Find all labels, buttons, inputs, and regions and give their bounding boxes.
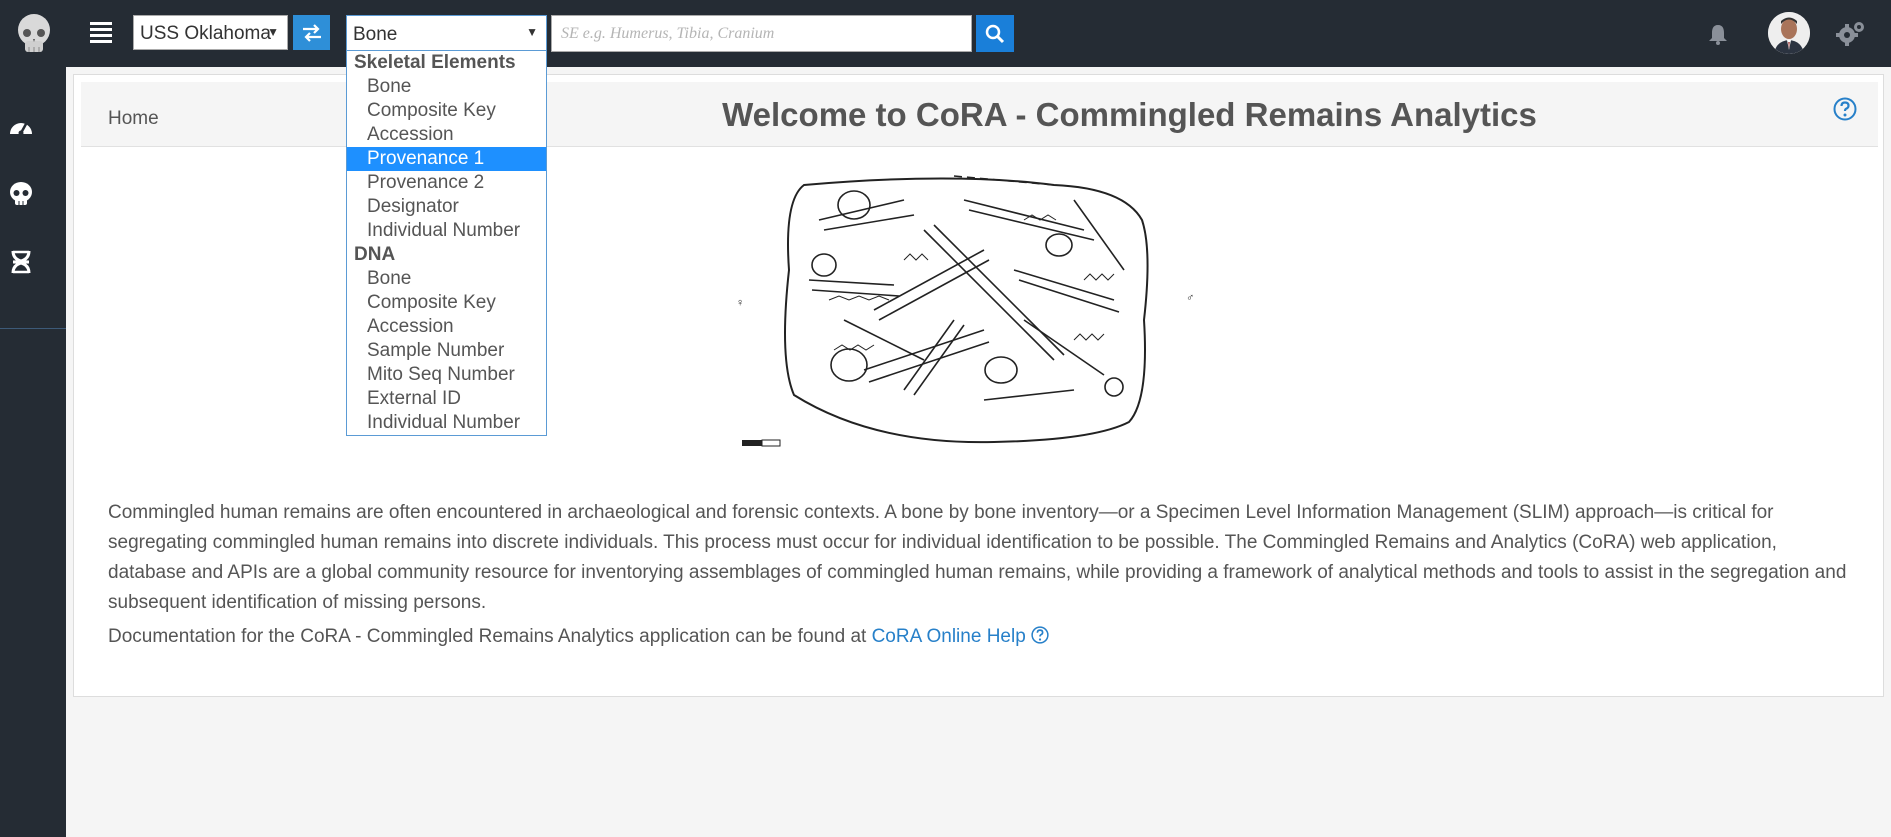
dropdown-group-label: Skeletal Elements: [354, 52, 516, 73]
search-field-select[interactable]: Bone ▼: [346, 15, 547, 52]
dropdown-option[interactable]: Bone: [347, 75, 546, 99]
dropdown-option[interactable]: Composite Key: [347, 291, 546, 315]
dropdown-group-label: DNA: [354, 244, 396, 265]
skull-icon[interactable]: [8, 181, 34, 207]
help-icon[interactable]: [1833, 97, 1857, 121]
search-placeholder: SE e.g. Humerus, Tibia, Cranium: [561, 25, 775, 42]
chevron-down-icon: ▼: [526, 25, 538, 39]
skull-logo-icon[interactable]: [16, 13, 52, 55]
search-button[interactable]: [976, 15, 1014, 52]
page-title: Welcome to CoRA - Commingled Remains Ana…: [722, 96, 1537, 133]
dropdown-option[interactable]: Composite Key: [347, 99, 546, 123]
avatar[interactable]: [1768, 12, 1810, 54]
bell-icon[interactable]: [1707, 23, 1729, 45]
dropdown-option[interactable]: Accession: [347, 123, 546, 147]
dropdown-option[interactable]: Accession: [347, 315, 546, 339]
gears-icon[interactable]: [1836, 20, 1866, 46]
search-field-dropdown: Skeletal Elements Bone Composite Key Acc…: [346, 50, 547, 436]
dropdown-option[interactable]: Mito Seq Number: [347, 363, 546, 387]
dropdown-option[interactable]: Individual Number: [347, 219, 546, 243]
search-field-value: Bone: [353, 24, 398, 45]
documentation-text: Documentation for the CoRA - Commingled …: [108, 626, 872, 647]
dashboard-icon[interactable]: [8, 114, 34, 140]
search-input[interactable]: SE e.g. Humerus, Tibia, Cranium: [551, 15, 972, 52]
dna-icon[interactable]: [8, 249, 34, 275]
chevron-down-icon: ▼: [267, 25, 279, 39]
sidebar-divider: [0, 328, 66, 329]
breadcrumb-home[interactable]: Home: [108, 108, 159, 130]
dropdown-option[interactable]: Designator: [347, 195, 546, 219]
dropdown-option[interactable]: Bone: [347, 267, 546, 291]
burial-drawing-image: ♀ ♂: [736, 175, 1194, 447]
dropdown-option[interactable]: Sample Number: [347, 339, 546, 363]
svg-text:♂: ♂: [1186, 292, 1194, 304]
search-icon: [985, 24, 1005, 43]
sidebar: [0, 67, 66, 837]
main-panel: Home Welcome to CoRA - Commingled Remain…: [73, 74, 1884, 697]
top-bar: USS Oklahoma ▼ Bone ▼ SE e.g. Humerus, T…: [0, 0, 1891, 67]
dropdown-option-selected[interactable]: Provenance 1: [347, 147, 546, 171]
dropdown-option[interactable]: Individual Number: [347, 411, 546, 435]
svg-text:♀: ♀: [736, 297, 744, 309]
dropdown-option[interactable]: Provenance 2: [347, 171, 546, 195]
help-circle-icon[interactable]: [1031, 626, 1049, 644]
online-help-link[interactable]: CoRA Online Help: [872, 626, 1026, 647]
intro-paragraph: Commingled human remains are often encou…: [108, 502, 1847, 613]
user-avatar-icon: [1768, 12, 1810, 54]
dropdown-option[interactable]: External ID: [347, 387, 546, 411]
swap-button[interactable]: [293, 15, 330, 50]
project-select[interactable]: USS Oklahoma ▼: [133, 15, 288, 50]
menu-icon[interactable]: [90, 22, 112, 44]
documentation-line: Documentation for the CoRA - Commingled …: [108, 626, 1049, 648]
project-select-value: USS Oklahoma: [140, 23, 271, 44]
swap-icon: [302, 23, 321, 42]
